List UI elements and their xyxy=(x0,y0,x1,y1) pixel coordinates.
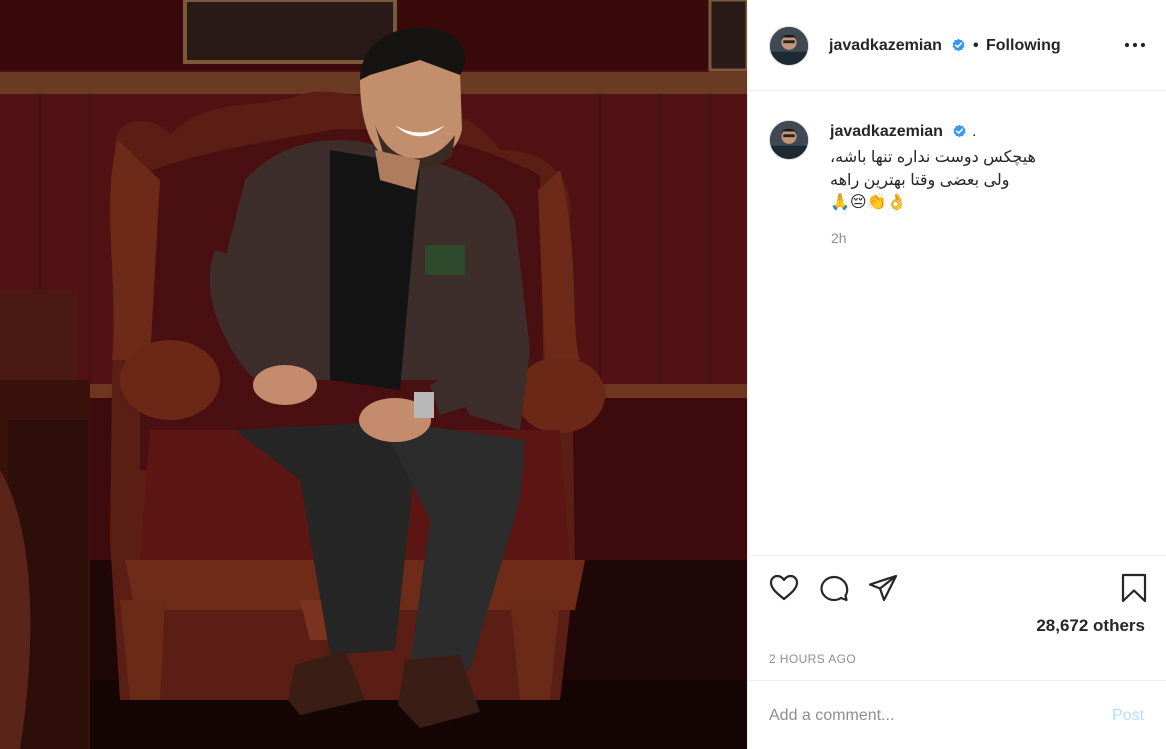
post-side-panel: javadkazemian • Following javadkazemian xyxy=(747,0,1166,749)
caption-line-1: هیچکس دوست نداره تنها باشه، xyxy=(830,149,1036,166)
verified-badge-icon xyxy=(952,38,965,52)
follow-separator: • xyxy=(973,37,979,54)
comment-input[interactable] xyxy=(769,701,1089,731)
post-actions: 28,672 others 2 HOURS AGO xyxy=(748,555,1166,679)
post-header: javadkazemian • Following xyxy=(748,0,1166,91)
caption-username[interactable]: javadkazemian xyxy=(830,123,943,141)
avatar-image xyxy=(770,27,808,65)
comment-icon[interactable] xyxy=(818,572,850,604)
heart-icon[interactable] xyxy=(768,572,800,604)
comment-bar: Post xyxy=(748,680,1166,749)
more-options-icon[interactable] xyxy=(1123,37,1147,53)
avatar-image xyxy=(770,121,808,159)
photo-illustration xyxy=(0,0,747,749)
caption-emoji-line: 👌👏😔🙏 xyxy=(830,194,907,211)
bookmark-icon[interactable] xyxy=(1118,572,1150,604)
caption-suffix: . xyxy=(972,123,977,140)
caption-avatar[interactable] xyxy=(769,120,809,160)
direct-share-icon[interactable] xyxy=(867,572,899,604)
caption-area: javadkazemian . هیچکس دوست نداره تنها با… xyxy=(748,92,1166,554)
following-button[interactable]: Following xyxy=(986,37,1061,55)
likes-count[interactable]: 28,672 others xyxy=(1036,616,1145,636)
avatar[interactable] xyxy=(769,26,809,66)
caption-line-2: ولی بعضی وقتا بهترین راهه xyxy=(830,172,1010,189)
verified-badge-icon xyxy=(953,124,966,138)
post-timestamp[interactable]: 2 HOURS AGO xyxy=(769,652,856,666)
caption-timestamp[interactable]: 2h xyxy=(831,230,847,246)
post-comment-button[interactable]: Post xyxy=(1112,707,1144,725)
post-author-username[interactable]: javadkazemian xyxy=(829,37,942,55)
post-photo[interactable] xyxy=(0,0,747,749)
